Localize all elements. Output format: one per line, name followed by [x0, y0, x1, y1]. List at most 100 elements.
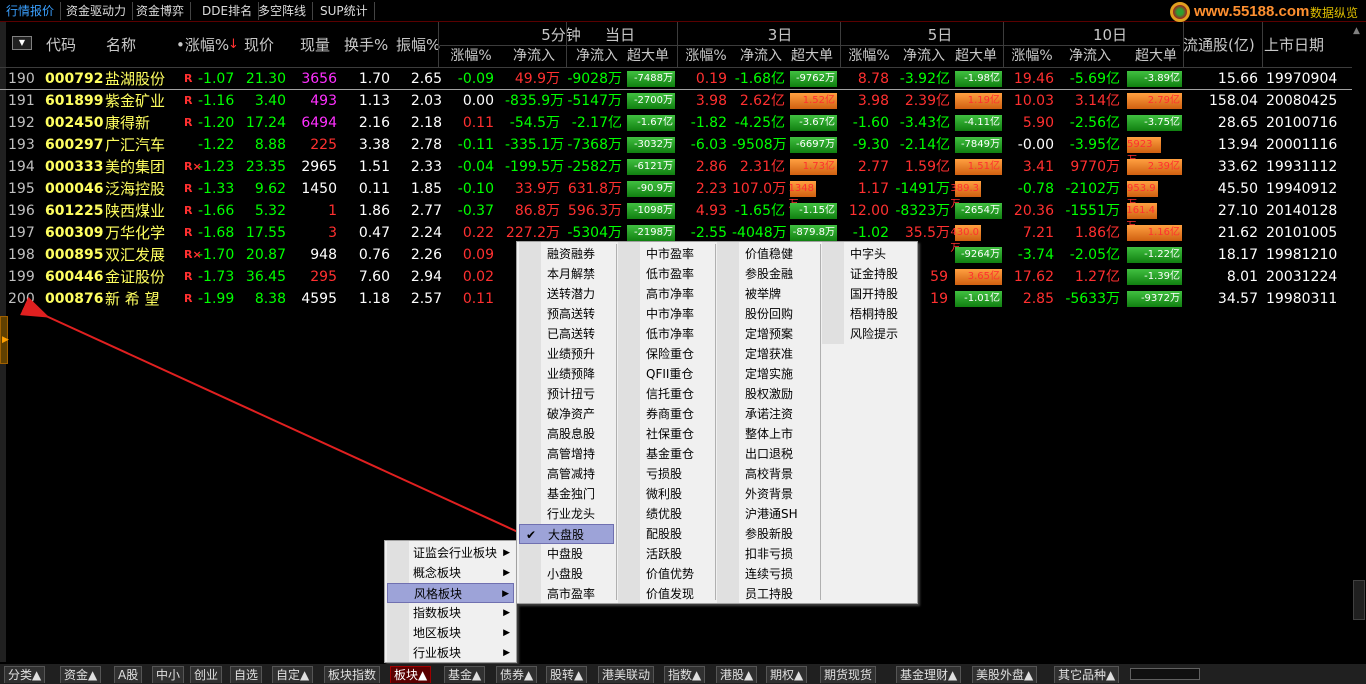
bottom-tab-19[interactable]: 其它品种▲ — [1054, 666, 1120, 683]
menu-item-level2_col1-8[interactable]: 破净资产 — [519, 404, 614, 424]
bottom-tab-0[interactable]: 分类▲ — [4, 666, 46, 683]
vertical-scrollbar[interactable]: ▲ — [1352, 22, 1366, 662]
bottom-tab-1[interactable]: 资金▲ — [60, 666, 102, 683]
menu-item-level2_col2-14[interactable]: 配股股 — [618, 524, 713, 544]
menu-item-level2_col1-6[interactable]: 业绩预降 — [519, 364, 614, 384]
table-row[interactable]: 191 601899 紫金矿业 R -1.16 3.40 493 1.13 2.03 0.00 -8… — [0, 90, 1352, 112]
menu-item-level2_col1-11[interactable]: 高管减持 — [519, 464, 614, 484]
menu-item-level2_col1-2[interactable]: 送转潜力 — [519, 284, 614, 304]
table-row[interactable]: 193 600297 广汇汽车 -1.22 8.88 225 3.38 2.78 -0.11 -3… — [0, 134, 1352, 166]
bottom-tab-9[interactable]: 基金▲ — [444, 666, 486, 683]
menu-item-1[interactable]: 概念板块 ▶ — [387, 563, 514, 583]
menu-item-level2_col2-12[interactable]: 微利股 — [618, 484, 713, 504]
menu-item-level2_col3-17[interactable]: 员工持股 — [717, 584, 812, 604]
menu-item-level2_col2-7[interactable]: 信托重仓 — [618, 384, 713, 404]
header-col-7[interactable]: 涨幅% — [447, 46, 495, 66]
menu-item-level2_col2-1[interactable]: 低市盈率 — [618, 264, 713, 284]
menu-item-level2_col4-2[interactable]: 国开持股 — [822, 284, 917, 304]
menu-item-level2_col4-0[interactable]: 中字头 — [822, 244, 917, 264]
menu-item-level2_col2-9[interactable]: 社保重仓 — [618, 424, 713, 444]
menu-item-level2_col3-13[interactable]: 沪港通SH — [717, 504, 812, 524]
menu-item-level2_col4-1[interactable]: 证金持股 — [822, 264, 917, 284]
menu-item-level2_col3-1[interactable]: 参股金融 — [717, 264, 812, 284]
bottom-tab-14[interactable]: 港股▲ — [716, 666, 758, 683]
sort-desc-icon[interactable]: ↓ — [228, 34, 239, 56]
scroll-up-icon[interactable]: ▲ — [1353, 26, 1360, 36]
menu-item-level2_col2-2[interactable]: 高市净率 — [618, 284, 713, 304]
menu-item-level2_col1-3[interactable]: 预高送转 — [519, 304, 614, 324]
menu-item-level2_col1-1[interactable]: 本月解禁 — [519, 264, 614, 284]
menu-item-level2_col3-7[interactable]: 股权激励 — [717, 384, 812, 404]
menu-item-level2_col2-8[interactable]: 券商重仓 — [618, 404, 713, 424]
top-tab-3[interactable]: DDE排名 — [196, 2, 260, 20]
header-col-18[interactable]: 净流入 — [1060, 46, 1120, 66]
table-row[interactable]: 195 000046 泛海控股 R -1.33 9.62 1450 0.11 1.85 -0.10… — [0, 178, 1352, 210]
menu-item-level2_col2-15[interactable]: 活跃股 — [618, 544, 713, 564]
top-tab-1[interactable]: 资金驱动力 — [60, 2, 134, 20]
bottom-tab-2[interactable]: A股 — [114, 666, 143, 683]
menu-item-level2_col3-12[interactable]: 外资背景 — [717, 484, 812, 504]
header-col-11[interactable]: 涨幅% — [680, 46, 732, 66]
menu-item-level2_col3-15[interactable]: 扣非亏损 — [717, 544, 812, 564]
table-row[interactable]: 194 000333 美的集团 R× -1.23 23.35 2965 1.51 2.33 -0.… — [0, 156, 1352, 178]
menu-item-level2_col2-11[interactable]: 亏损股 — [618, 464, 713, 484]
menu-item-level2_col3-11[interactable]: 高校背景 — [717, 464, 812, 484]
menu-item-3[interactable]: 指数板块 ▶ — [387, 603, 514, 623]
menu-item-level2_col4-3[interactable]: 梧桐持股 — [822, 304, 917, 324]
top-tab-0[interactable]: 行情报价 — [0, 2, 62, 20]
header-col-14[interactable]: 涨幅% — [843, 46, 895, 66]
menu-item-level2_col2-3[interactable]: 中市净率 — [618, 304, 713, 324]
menu-item-level2_col1-16[interactable]: 小盘股 — [519, 564, 614, 584]
bottom-tab-6[interactable]: 自定▲ — [272, 666, 314, 683]
menu-item-level2_col3-9[interactable]: 整体上市 — [717, 424, 812, 444]
bottom-tab-13[interactable]: 指数▲ — [664, 666, 706, 683]
top-tab-4[interactable]: 多空阵线 — [252, 2, 314, 20]
menu-item-level2_col1-0[interactable]: 融资融券 — [519, 244, 614, 264]
header-col-13[interactable]: 超大单 — [786, 46, 838, 66]
menu-item-level2_col1-5[interactable]: 业绩预升 — [519, 344, 614, 364]
bottom-tab-4[interactable]: 创业 — [190, 666, 223, 683]
menu-item-level2_col1-4[interactable]: 已高送转 — [519, 324, 614, 344]
menu-item-level2_col1-15[interactable]: 中盘股 — [519, 544, 614, 564]
header-col-10[interactable]: 超大单 — [622, 46, 674, 66]
header-col-9[interactable]: 净流入 — [568, 46, 626, 66]
menu-item-4[interactable]: 地区板块 ▶ — [387, 623, 514, 643]
menu-item-0[interactable]: 证监会行业板块 ▶ — [387, 543, 514, 563]
menu-item-level2_col3-4[interactable]: 定增预案 — [717, 324, 812, 344]
menu-item-2[interactable]: 风格板块 ▶ — [387, 583, 514, 603]
menu-item-level2_col2-6[interactable]: QFII重仓 — [618, 364, 713, 384]
menu-item-level2_col3-0[interactable]: 价值稳健 — [717, 244, 812, 264]
menu-item-level2_col1-7[interactable]: 预计扭亏 — [519, 384, 614, 404]
menu-item-level2_col2-13[interactable]: 绩优股 — [618, 504, 713, 524]
header-col-21[interactable]: 上市日期 — [1264, 34, 1348, 56]
header-col-16[interactable]: 超大单 — [950, 46, 1002, 66]
menu-item-level2_col3-5[interactable]: 定增获准 — [717, 344, 812, 364]
header-col-17[interactable]: 涨幅% — [1006, 46, 1058, 66]
top-tab-2[interactable]: 资金博弈 — [130, 2, 192, 20]
header-col-4[interactable]: 现量 — [300, 34, 338, 56]
bottom-tab-18[interactable]: 美股外盘▲ — [972, 666, 1038, 683]
menu-item-level2_col3-16[interactable]: 连续亏损 — [717, 564, 812, 584]
header-col-20[interactable]: 流通股(亿) — [1183, 34, 1267, 56]
bottom-tab-7[interactable]: 板块指数 — [324, 666, 381, 683]
menu-item-level2_col4-4[interactable]: 风险提示 — [822, 324, 917, 344]
menu-item-level2_col3-3[interactable]: 股份回购 — [717, 304, 812, 324]
menu-item-level2_col1-10[interactable]: 高管增持 — [519, 444, 614, 464]
bottom-scrollbar[interactable] — [1130, 668, 1200, 680]
menu-item-level2_col2-17[interactable]: 价值发现 — [618, 584, 713, 604]
menu-item-level2_col2-5[interactable]: 保险重仓 — [618, 344, 713, 364]
header-col-8[interactable]: 净流入 — [505, 46, 563, 66]
menu-item-level2_col1-14[interactable]: ✔ 大盘股 — [519, 524, 614, 544]
menu-item-level2_col2-0[interactable]: 中市盈率 — [618, 244, 713, 264]
bottom-tab-16[interactable]: 期货现货 — [820, 666, 877, 683]
menu-item-level2_col3-8[interactable]: 承诺注资 — [717, 404, 812, 424]
header-col-12[interactable]: 净流入 — [735, 46, 787, 66]
bottom-tab-11[interactable]: 股转▲ — [546, 666, 588, 683]
table-row[interactable]: 190 000792 盐湖股份 R -1.07 21.30 3656 1.70 2.65 -0.0… — [0, 68, 1352, 90]
menu-item-level2_col3-10[interactable]: 出口退税 — [717, 444, 812, 464]
menu-item-level2_col1-17[interactable]: 高市盈率 — [519, 584, 614, 604]
header-col-19[interactable]: 超大单 — [1130, 46, 1182, 66]
menu-item-level2_col2-16[interactable]: 价值优势 — [618, 564, 713, 584]
data-overview-link[interactable]: 数据纵览 — [1310, 4, 1358, 21]
table-row[interactable]: 192 002450 康得新 R -1.20 17.24 6494 2.16 2.18 0.11-… — [0, 112, 1352, 134]
